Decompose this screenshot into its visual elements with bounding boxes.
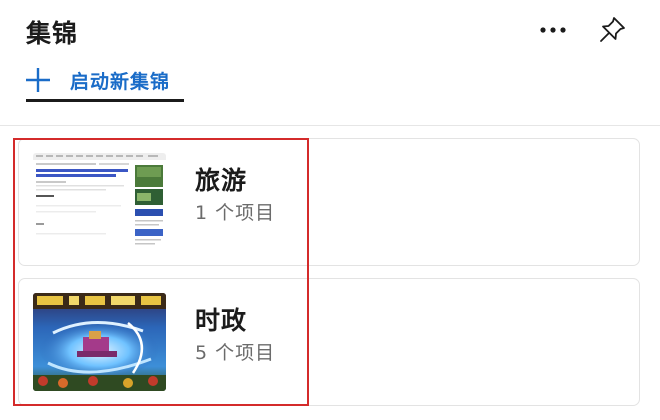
pane-title: 集锦	[26, 19, 79, 48]
collection-card-politics[interactable]: 时政 5 个项目	[18, 278, 640, 406]
new-collection-underline	[26, 99, 184, 102]
more-options-button[interactable]	[533, 12, 573, 48]
pin-pane-button[interactable]	[592, 10, 632, 50]
start-new-collection-button[interactable]: 启动新集锦	[26, 62, 170, 98]
collection-name: 时政	[195, 306, 248, 335]
header-divider	[0, 125, 660, 126]
start-new-collection-label: 启动新集锦	[70, 70, 171, 93]
collections-pane: 集锦 启动新集锦 旅游 1 个项目 时政 5 个项目	[0, 0, 660, 420]
collection-item-count: 5 个项目	[195, 342, 276, 364]
collection-name: 旅游	[195, 166, 248, 195]
collection-item-count: 1 个项目	[195, 202, 276, 224]
pin-icon	[600, 17, 625, 42]
collection-thumbnail	[33, 293, 166, 391]
more-horizontal-icon	[540, 27, 566, 33]
collection-card-travel[interactable]: 旅游 1 个项目	[18, 138, 640, 266]
collection-thumbnail	[33, 153, 166, 251]
plus-icon	[26, 68, 50, 92]
